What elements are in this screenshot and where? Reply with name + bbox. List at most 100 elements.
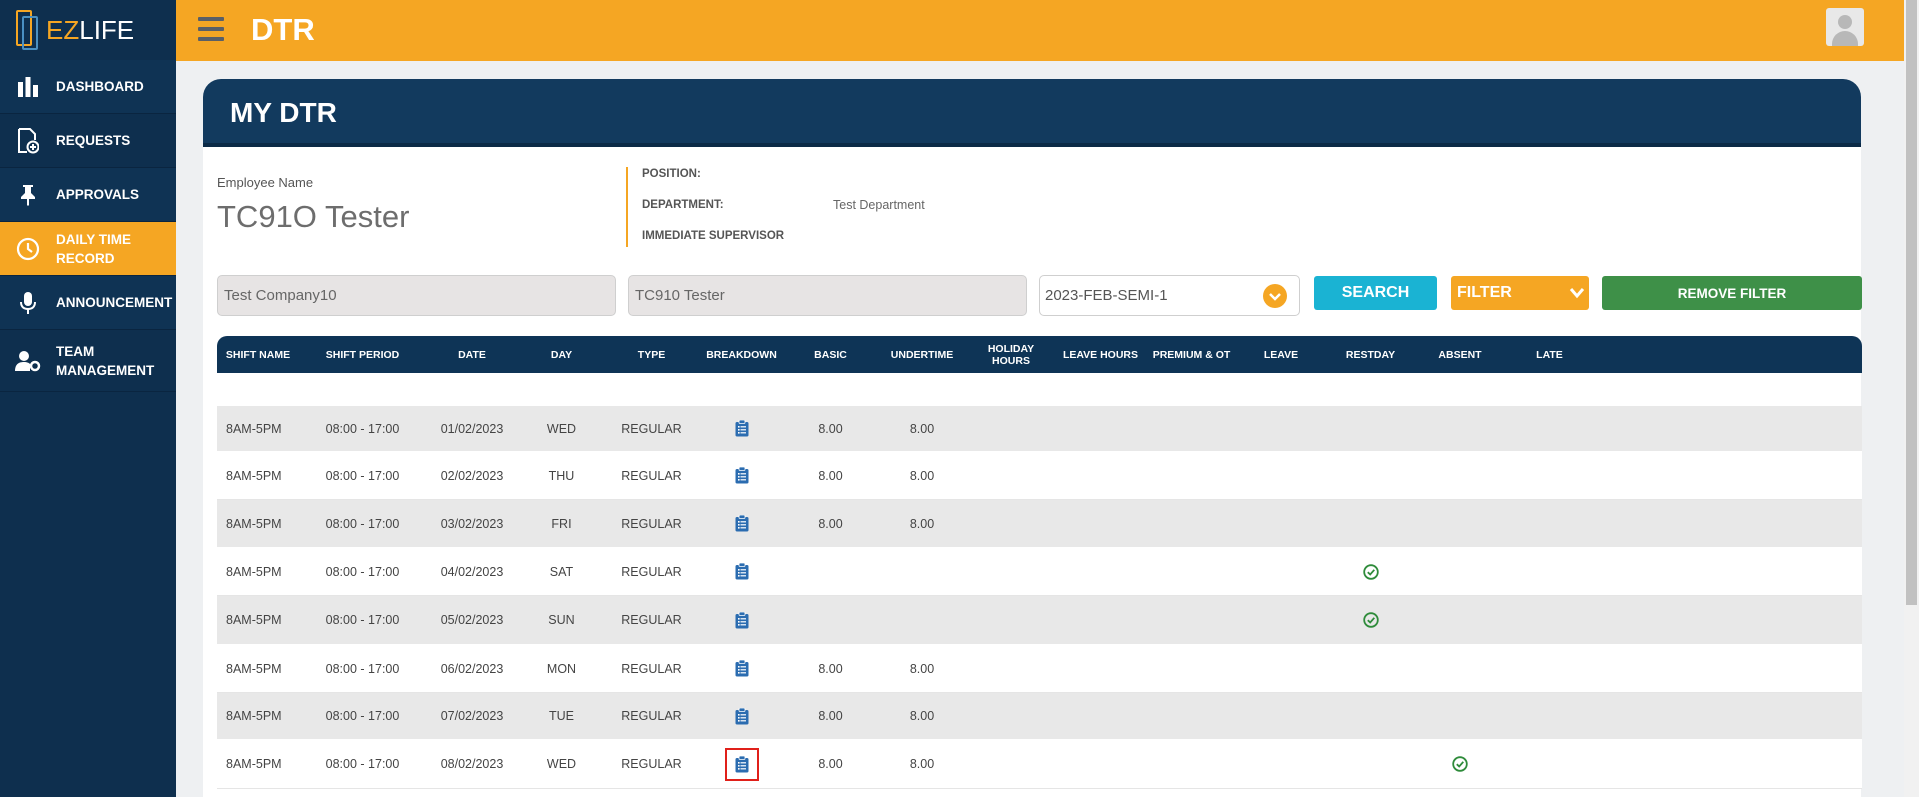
table-cell: REGULAR xyxy=(621,613,682,627)
table-cell xyxy=(698,645,785,692)
table-cell: 8.00 xyxy=(909,421,935,436)
supervisor-label: IMMEDIATE SUPERVISOR xyxy=(642,230,785,242)
employee-field[interactable]: TC910 Tester xyxy=(628,275,1027,316)
sidebar-item-label: DAILY TIME RECORD xyxy=(56,231,132,266)
table-cell: FRI xyxy=(551,516,572,531)
sidebar-item-team-management[interactable]: TEAM MANAGEMENT xyxy=(0,330,176,392)
sidebar-item-requests[interactable]: REQUESTS xyxy=(0,114,176,168)
table-cell xyxy=(1054,645,1147,692)
table-cell: 08:00 - 17:00 xyxy=(325,709,400,723)
bar-chart-icon xyxy=(0,76,56,98)
breakdown-clipboard-icon[interactable] xyxy=(724,747,759,781)
table-cell: 8.00 xyxy=(818,421,843,436)
column-header: BASIC xyxy=(814,348,847,361)
table-cell xyxy=(1054,500,1147,547)
info-divider xyxy=(626,167,628,247)
sidebar-item-approvals[interactable]: APPROVALS xyxy=(0,168,176,222)
table-cell xyxy=(968,452,1054,499)
table-cell xyxy=(1326,645,1415,692)
table-row: 8AM-5PM 08:00 - 17:00 07/02/2023 TUE REGULAR… xyxy=(217,693,1862,740)
table-cell xyxy=(1415,406,1505,451)
table-cell: 8.00 xyxy=(909,516,935,531)
table-cell: 8.00 xyxy=(818,709,843,723)
column-header: RESTDAY xyxy=(1345,348,1396,361)
table-cell: 08:00 - 17:00 xyxy=(325,421,400,436)
breakdown-clipboard-icon[interactable] xyxy=(735,467,749,484)
hamburger-menu-icon[interactable] xyxy=(198,17,224,41)
table-cell xyxy=(698,693,785,739)
table-cell xyxy=(968,740,1054,788)
table-cell: TUE xyxy=(549,709,574,723)
table-cell xyxy=(968,596,1054,644)
user-gear-icon xyxy=(0,350,56,372)
table-cell xyxy=(1236,452,1326,499)
employee-name: TC91O Tester xyxy=(217,199,410,234)
table-cell: 8AM-5PM xyxy=(226,757,282,771)
table-cell xyxy=(1147,452,1236,499)
employee-name-label: Employee Name xyxy=(217,175,314,190)
table-cell xyxy=(1236,596,1326,644)
logo[interactable]: EZLIFE xyxy=(0,0,176,60)
column-header: DATE xyxy=(458,348,486,361)
department-label: DEPARTMENT: xyxy=(642,199,724,211)
table-cell xyxy=(876,548,968,595)
search-button[interactable]: SEARCH xyxy=(1314,276,1437,310)
chevron-down-icon xyxy=(1569,288,1585,299)
table-cell xyxy=(1415,452,1505,499)
table-cell xyxy=(1147,693,1236,739)
table-cell: 08:00 - 17:00 xyxy=(325,613,400,627)
table-cell xyxy=(1505,693,1594,739)
breakdown-clipboard-icon[interactable] xyxy=(735,611,749,629)
avatar[interactable] xyxy=(1826,8,1864,46)
table-cell: 02/02/2023 xyxy=(440,468,504,483)
breakdown-clipboard-icon[interactable] xyxy=(735,660,749,677)
table-cell xyxy=(1054,740,1147,788)
table-cell xyxy=(968,693,1054,739)
table-cell: 8.00 xyxy=(818,516,843,531)
table-cell xyxy=(1415,548,1505,595)
table-cell: 03/02/2023 xyxy=(440,516,504,531)
document-add-icon xyxy=(0,127,56,154)
table-cell xyxy=(698,406,785,451)
table-cell: 8.00 xyxy=(818,468,843,483)
table-cell xyxy=(1326,693,1415,739)
company-field[interactable]: Test Company10 xyxy=(217,275,616,316)
column-header: UNDERTIME xyxy=(890,348,954,361)
sidebar-item-daily-time-record[interactable]: DAILY TIME RECORD xyxy=(0,222,176,276)
table-cell xyxy=(1505,645,1594,692)
table-cell xyxy=(698,548,785,595)
column-header: HOLIDAY HOURS xyxy=(987,342,1035,367)
scrollbar-thumb[interactable] xyxy=(1906,0,1917,605)
column-header: LEAVE xyxy=(1263,348,1299,361)
breakdown-clipboard-icon[interactable] xyxy=(735,563,749,580)
table-cell xyxy=(1236,645,1326,692)
table-cell xyxy=(1236,500,1326,547)
table-cell xyxy=(785,548,876,595)
period-select[interactable]: 2023-FEB-SEMI-1 xyxy=(1039,275,1300,316)
table-cell: REGULAR xyxy=(621,421,682,436)
breakdown-clipboard-icon[interactable] xyxy=(735,707,749,725)
filter-dropdown[interactable]: FILTER xyxy=(1451,276,1589,310)
table-cell xyxy=(1054,548,1147,595)
table-cell: 8AM-5PM xyxy=(226,613,282,627)
card-header: MY DTR xyxy=(203,79,1861,147)
table-cell xyxy=(1415,693,1505,739)
clock-icon xyxy=(0,237,56,261)
breakdown-clipboard-icon[interactable] xyxy=(735,420,749,437)
table-cell: 8.00 xyxy=(909,709,935,723)
app-title: DTR xyxy=(251,12,315,47)
table-cell xyxy=(1236,693,1326,739)
breakdown-clipboard-icon[interactable] xyxy=(735,515,749,532)
column-header: PREMIUM & OT xyxy=(1152,348,1231,361)
table-cell: 8.00 xyxy=(818,757,843,771)
table-cell: REGULAR xyxy=(621,468,682,483)
position-label: POSITION: xyxy=(642,168,701,180)
dtr-card: MY DTR Employee Name TC91O Tester POSITI… xyxy=(203,79,1862,797)
table-cell: 07/02/2023 xyxy=(440,709,504,723)
table-cell: REGULAR xyxy=(621,564,682,579)
top-bar: DTR xyxy=(176,0,1904,61)
sidebar-item-dashboard[interactable]: DASHBOARD xyxy=(0,60,176,114)
table-row: 8AM-5PM 08:00 - 17:00 01/02/2023 WED REGULAR… xyxy=(217,406,1862,452)
sidebar-item-announcement[interactable]: ANNOUNCEMENT xyxy=(0,276,176,330)
remove-filter-button[interactable]: REMOVE FILTER xyxy=(1602,276,1862,310)
